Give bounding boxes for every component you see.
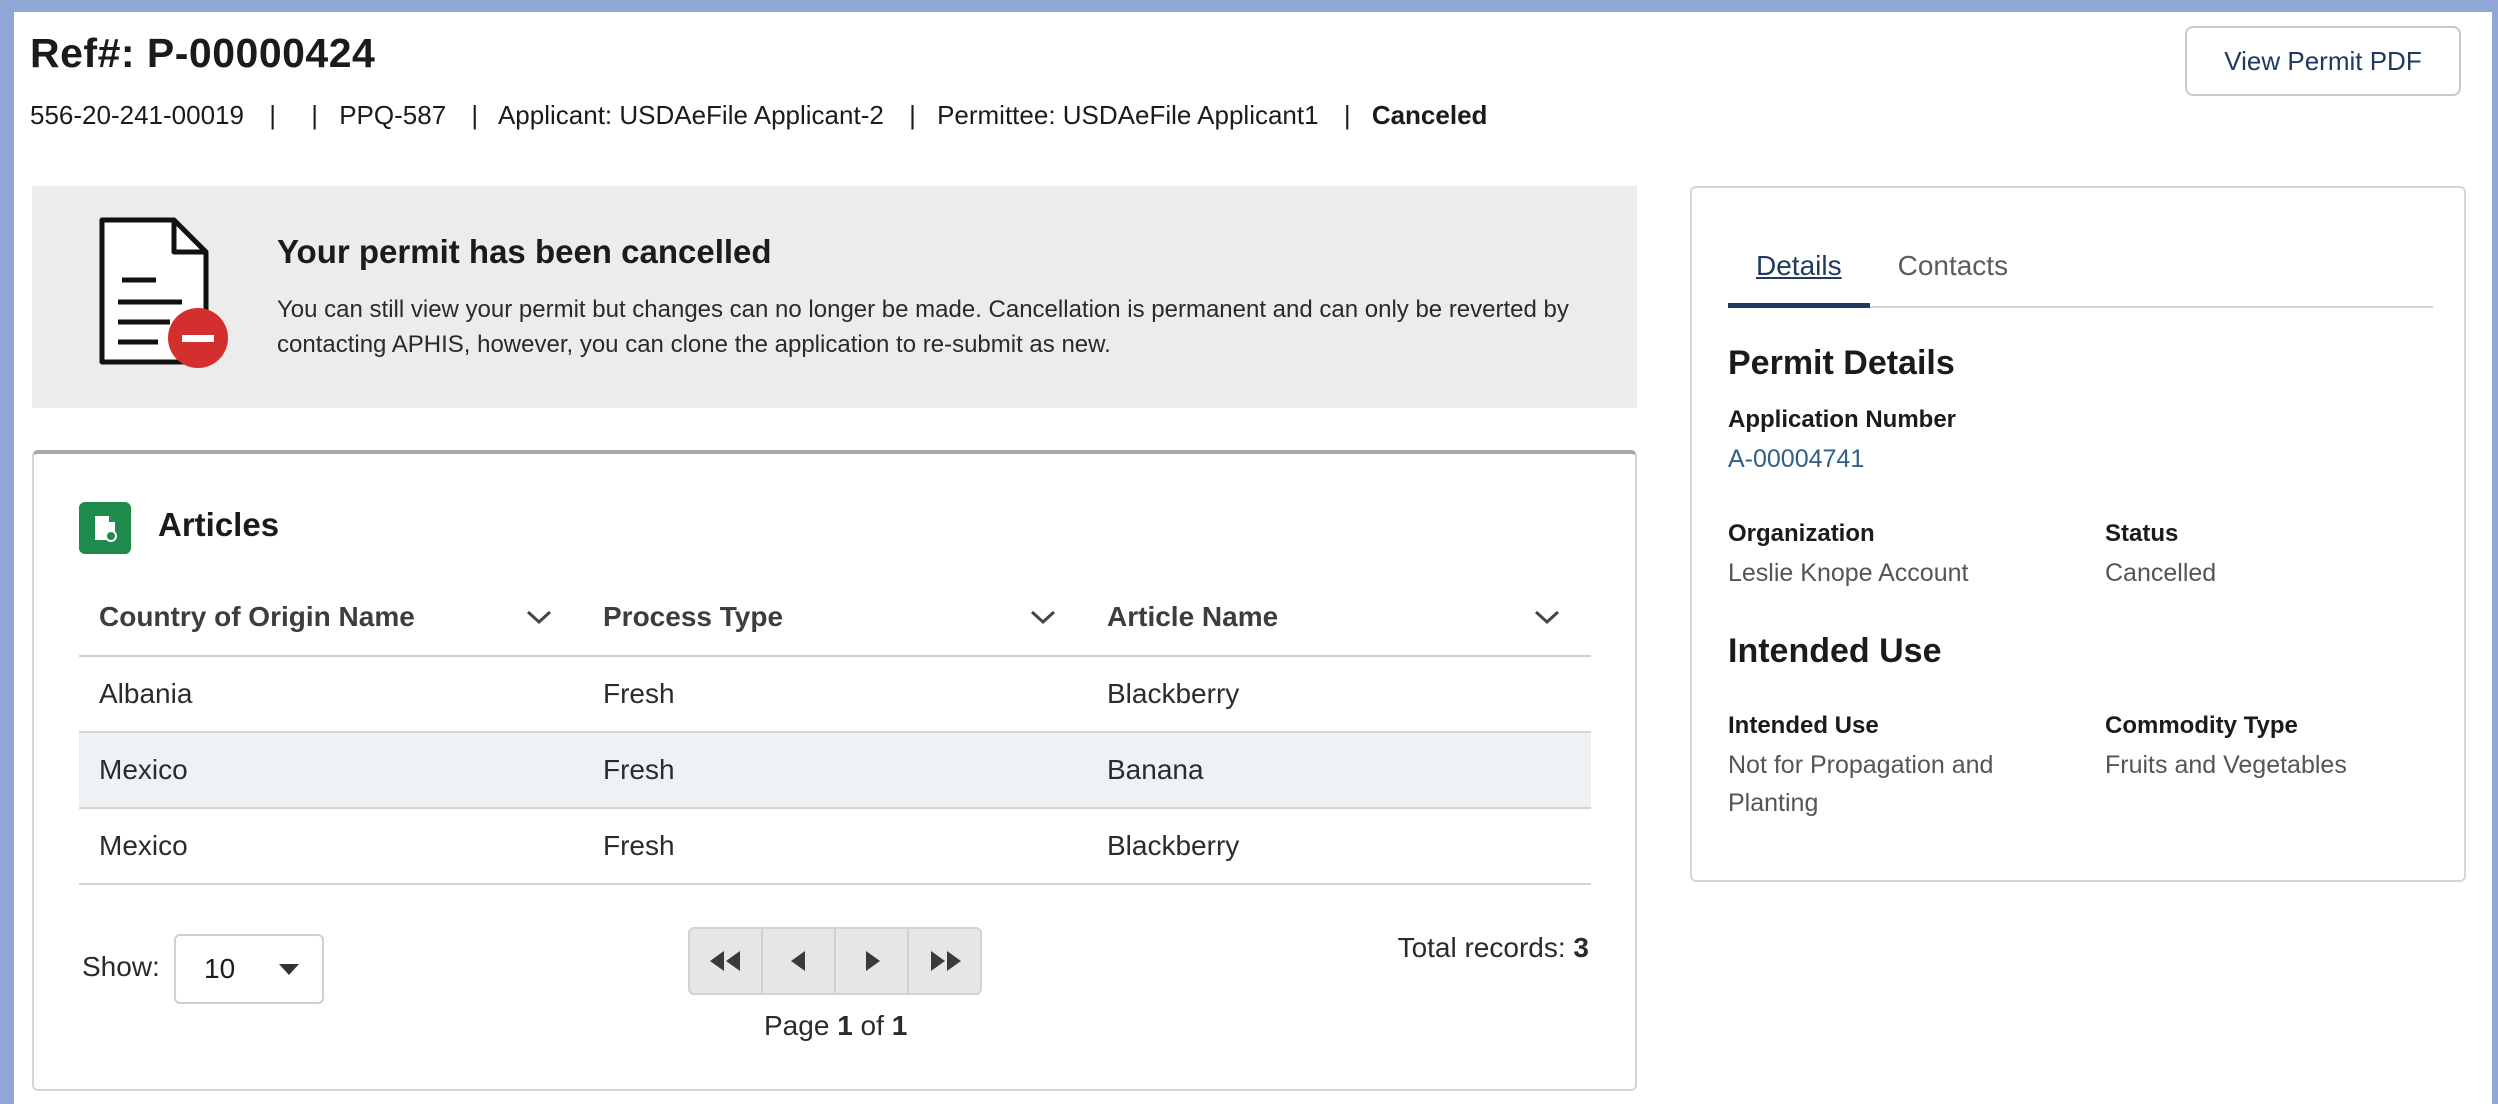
details-panel: Details Contacts Permit Details Applicat… — [1690, 186, 2466, 882]
column-header-label: Process Type — [603, 601, 784, 632]
chevron-right-icon — [865, 951, 880, 971]
permit-details-title: Permit Details — [1728, 344, 1955, 382]
application-number-label: Application Number — [1728, 406, 1957, 433]
total-records: Total records: 3 — [1398, 932, 1589, 964]
status-label: Status — [2105, 520, 2179, 547]
total-records-value: 3 — [1573, 932, 1589, 963]
document-cancelled-icon — [94, 216, 228, 376]
meta-applicant: Applicant: USDAeFile Applicant-2 — [497, 100, 884, 130]
tab-contacts[interactable]: Contacts — [1870, 248, 2037, 308]
column-header-article-name[interactable]: Article Name — [1087, 601, 1591, 633]
meta-separator: | — [471, 100, 479, 130]
view-permit-pdf-button[interactable]: View Permit PDF — [2185, 26, 2461, 96]
page-title: Ref#: P-00000424 — [30, 30, 376, 76]
articles-card: Articles Country of Origin Name Process … — [32, 450, 1637, 1091]
meta-id: 556-20-241-00019 — [30, 100, 244, 130]
show-label: Show: — [82, 951, 160, 982]
page-current: 1 — [837, 1010, 853, 1041]
page-size-value: 10 — [204, 953, 236, 984]
meta-ppq: PPQ-587 — [339, 100, 447, 130]
banner-text: You can still view your permit but chang… — [277, 296, 1569, 358]
cancelled-banner: Your permit has been cancelled You can s… — [32, 186, 1637, 408]
column-header-country[interactable]: Country of Origin Name — [79, 601, 583, 633]
page-prefix: Page — [764, 1010, 830, 1041]
application-number-link[interactable]: A-00004741 — [1728, 440, 1864, 478]
commodity-type-label: Commodity Type — [2105, 712, 2298, 739]
organization-value: Leslie Knope Account — [1728, 559, 1969, 587]
meta-separator: | — [1343, 100, 1351, 130]
chevron-down-icon[interactable] — [525, 608, 553, 626]
next-page-button[interactable] — [836, 929, 909, 993]
meta-status: Canceled — [1371, 100, 1488, 130]
intended-use-title: Intended Use — [1728, 632, 1942, 670]
table-cell: Albania — [99, 678, 193, 709]
table-cell: Mexico — [99, 754, 188, 785]
caret-down-icon — [279, 964, 299, 975]
meta-separator: | — [311, 100, 318, 130]
column-header-label: Country of Origin Name — [99, 601, 415, 632]
double-chevron-right-icon — [930, 951, 961, 971]
permit-meta: 556-20-241-00019 | | PPQ-587 | Applicant… — [30, 100, 1491, 131]
table-cell: Banana — [1107, 754, 1204, 785]
meta-separator: | — [909, 100, 916, 130]
column-header-process-type[interactable]: Process Type — [583, 601, 1087, 633]
articles-table: Country of Origin Name Process Type Arti… — [79, 579, 1591, 885]
page-total: 1 — [891, 1010, 908, 1041]
column-header-label: Article Name — [1107, 601, 1279, 632]
tab-details[interactable]: Details — [1728, 248, 1870, 308]
table-cell: Mexico — [99, 830, 188, 861]
pagination-controls — [688, 927, 982, 995]
table-cell: Fresh — [603, 830, 675, 861]
table-cell: Blackberry — [1107, 678, 1240, 709]
meta-separator: | — [269, 100, 276, 130]
table-header: Country of Origin Name Process Type Arti… — [79, 579, 1591, 657]
details-tabs: Details Contacts — [1728, 248, 2433, 308]
banner-title: Your permit has been cancelled — [277, 233, 772, 270]
intended-use-label: Intended Use — [1728, 712, 1879, 739]
table-row[interactable]: Mexico Fresh Blackberry — [79, 809, 1591, 885]
page-info: Page 1 of 1 — [764, 1010, 907, 1042]
table-cell: Blackberry — [1107, 830, 1240, 861]
page-size-select[interactable]: 10 — [174, 934, 324, 1004]
articles-icon — [79, 502, 131, 554]
chevron-down-icon[interactable] — [1029, 608, 1057, 626]
total-records-label: Total records: — [1397, 932, 1566, 963]
commodity-type-value: Fruits and Vegetables — [2105, 751, 2347, 779]
first-page-button[interactable] — [690, 929, 763, 993]
articles-title: Articles — [158, 506, 280, 543]
organization-label: Organization — [1728, 520, 1875, 547]
status-value: Cancelled — [2105, 559, 2217, 587]
intended-use-value: Not for Propagation and Planting — [1728, 751, 1994, 817]
meta-permittee: Permittee: USDAeFile Applicant1 — [937, 100, 1319, 130]
last-page-button[interactable] — [909, 929, 980, 993]
chevron-left-icon — [790, 951, 805, 971]
page-of: of — [860, 1010, 884, 1041]
table-row[interactable]: Mexico Fresh Banana — [79, 733, 1591, 809]
double-chevron-left-icon — [709, 951, 740, 971]
table-cell: Fresh — [603, 754, 675, 785]
table-cell: Fresh — [603, 678, 675, 709]
previous-page-button[interactable] — [763, 929, 836, 993]
chevron-down-icon[interactable] — [1533, 608, 1561, 626]
table-row[interactable]: Albania Fresh Blackberry — [79, 657, 1591, 733]
